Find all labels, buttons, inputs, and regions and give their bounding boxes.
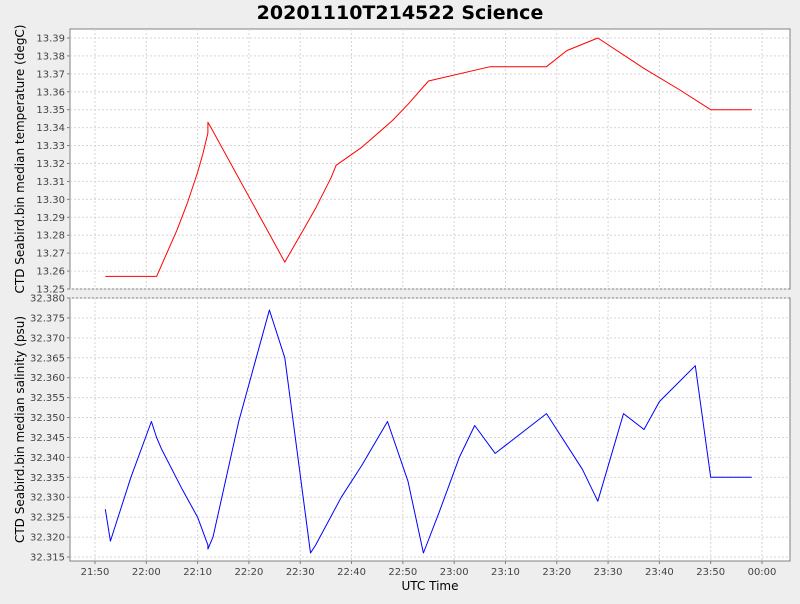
x-tick-label: 21:50 (81, 567, 110, 578)
y-tick-label: 13.32 (36, 159, 65, 170)
y-tick-label: 32.375 (30, 313, 65, 324)
x-tick-label: 22:20 (235, 567, 264, 578)
x-tick-label: 22:10 (183, 567, 212, 578)
y-tick-label: 13.34 (36, 123, 65, 134)
y-tick-label: 32.370 (30, 333, 65, 344)
y-tick-label: 13.26 (36, 267, 65, 278)
y-tick-label: 32.350 (30, 413, 65, 424)
x-axis-label: UTC Time (402, 579, 459, 593)
y-tick-label: 13.28 (36, 231, 65, 242)
x-tick-label: 00:00 (748, 567, 777, 578)
y-tick-label: 32.345 (30, 433, 65, 444)
chart-title: 20201110T214522 Science (257, 2, 544, 24)
y-tick-label: 32.330 (30, 493, 65, 504)
y-tick-label: 13.39 (36, 33, 65, 44)
plot-area-1 (69, 28, 791, 290)
y-tick-label: 13.33 (36, 141, 65, 152)
y-tick-label: 13.36 (36, 87, 65, 98)
y-tick-label: 13.30 (36, 195, 65, 206)
plot-layer: 13.2513.2613.2713.2813.2913.3013.3113.32… (13, 25, 791, 578)
y-tick-label: 13.37 (36, 69, 65, 80)
y-tick-label: 32.320 (30, 533, 65, 544)
y-tick-label: 32.335 (30, 473, 65, 484)
y-axis-label-2: CTD Seabird.bin median salinity (psu) (13, 316, 27, 543)
y-tick-label: 13.29 (36, 213, 65, 224)
y-tick-label: 32.360 (30, 373, 65, 384)
chart-figure: 20201110T214522 Science UTC Time 13.25 13… (0, 0, 800, 600)
x-tick-label: 23:20 (542, 567, 571, 578)
y-tick-label: 32.340 (30, 453, 65, 464)
y-tick-label: 32.325 (30, 513, 65, 524)
x-tick-label: 23:50 (696, 567, 725, 578)
x-tick-label: 23:00 (440, 567, 469, 578)
x-tick-label: 22:30 (286, 567, 315, 578)
x-tick-label: 23:10 (491, 567, 520, 578)
y-tick-label: 13.38 (36, 51, 65, 62)
x-tick-label: 23:40 (645, 567, 674, 578)
y-tick-label: 32.315 (30, 553, 65, 564)
x-tick-label: 22:50 (388, 567, 417, 578)
y-tick-label: 13.27 (36, 249, 65, 260)
x-tick-label: 22:40 (337, 567, 366, 578)
y-tick-label: 32.380 (30, 294, 65, 305)
y-tick-label: 32.365 (30, 353, 65, 364)
y-tick-label: 13.31 (36, 177, 65, 188)
x-tick-label: 22:00 (132, 567, 161, 578)
y-tick-label: 32.355 (30, 393, 65, 404)
x-tick-label: 23:30 (594, 567, 623, 578)
y-axis-label-1: CTD Seabird.bin median temperature (degC… (13, 25, 27, 294)
y-tick-label: 13.35 (36, 105, 65, 116)
chart-svg: 20201110T214522 Science UTC Time 13.2513… (0, 0, 800, 600)
